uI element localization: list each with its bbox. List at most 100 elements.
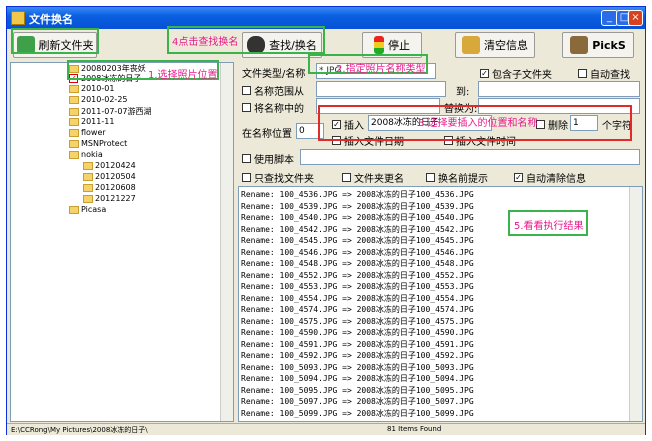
log-line: Rename: 100_5097.JPG => 2008冰冻的日子100_509… — [241, 397, 474, 406]
auto-clear-label: 自动清除信息 — [526, 174, 586, 185]
log-line: Rename: 100_4536.JPG => 2008冰冻的日子100_453… — [241, 190, 474, 199]
log-line: Rename: 100_4590.JPG => 2008冰冻的日子100_459… — [241, 328, 474, 337]
status-path: E:\CCRong\My Pictures\2008冰冻的日子\ — [11, 426, 148, 434]
title-bar: 文件换名 _ □ × — [7, 7, 645, 29]
tree-item[interactable]: 20121227 — [83, 194, 136, 203]
log-line: Rename: 100_5095.JPG => 2008冰冻的日子100_509… — [241, 385, 474, 395]
log-line: Rename: 100_4554.JPG => 2008冰冻的日子100_455… — [241, 293, 474, 303]
folder-icon — [69, 95, 79, 104]
checkbox — [426, 173, 435, 182]
tree-item-label: 2010-01 — [81, 84, 115, 93]
log-line: Rename: 100_4542.JPG => 2008冰冻的日子100_454… — [241, 224, 474, 234]
script-input[interactable] — [300, 149, 640, 165]
folder-icon — [69, 117, 79, 126]
tree-item-label: 2010-02-25 — [81, 95, 128, 104]
only-folders-checkbox[interactable]: 只查找文件夹 — [242, 170, 314, 185]
name-range-from-input[interactable] — [316, 81, 446, 97]
clear-info-label: 清空信息 — [484, 39, 528, 52]
auto-clear-checkbox[interactable]: ✓ 自动清除信息 — [514, 170, 586, 185]
status-bar: E:\CCRong\My Pictures\2008冰冻的日子\ 81 Item… — [7, 423, 645, 435]
clear-info-button[interactable]: 清空信息 — [455, 32, 535, 58]
log-line: Rename: 100_5099.JPG => 2008冰冻的日子100_509… — [241, 408, 474, 418]
tree-item-label: 20121227 — [95, 194, 136, 203]
tree-item[interactable]: 20120608 — [83, 183, 136, 192]
log-line: Rename: 100_4539.JPG => 2008冰冻的日子100_453… — [241, 201, 474, 211]
tree-item[interactable]: 2010-01 — [69, 84, 114, 93]
name-range-label: 名称范围从 — [254, 87, 304, 98]
tree-item[interactable]: 20120424 — [83, 161, 136, 170]
annotation-step5: 5.看看执行结果 — [514, 221, 584, 232]
only-folders-label: 只查找文件夹 — [254, 174, 314, 185]
tree-item[interactable]: 20120504 — [83, 172, 136, 181]
rename-folders-checkbox[interactable]: 文件夹更名 — [342, 170, 404, 185]
log-line: Rename: 100_4548.JPG => 2008冰冻的日子100_454… — [241, 259, 474, 268]
folder-icon — [83, 194, 93, 203]
log-line: Rename: 100_4591.JPG => 2008冰冻的日子100_459… — [241, 339, 474, 349]
checkbox — [578, 69, 587, 78]
log-line: Rename: 100_4574.JPG => 2008冰冻的日子100_457… — [241, 305, 474, 314]
annotation-step1: 1.选择照片位置 — [148, 70, 218, 81]
picks-label: PickS — [592, 38, 626, 52]
log-line: Rename: 100_4553.JPG => 2008冰冻的日子100_455… — [241, 282, 474, 291]
checkbox — [242, 103, 251, 112]
folder-icon — [83, 183, 93, 192]
annotation-refresh-box — [11, 28, 99, 54]
tree-item[interactable]: 2011-11 — [69, 117, 114, 126]
broom-icon — [462, 36, 480, 54]
log-line: Rename: 100_4575.JPG => 2008冰冻的日子100_457… — [241, 316, 474, 326]
log-scrollbar[interactable] — [629, 187, 642, 421]
stop-label: 停止 — [388, 39, 410, 52]
tree-item[interactable]: 2010-02-25 — [69, 95, 128, 104]
name-range-to-input[interactable] — [478, 81, 640, 97]
log-line: Rename: 100_4546.JPG => 2008冰冻的日子100_454… — [241, 247, 474, 257]
log-line: Rename: 100_4540.JPG => 2008冰冻的日子100_454… — [241, 213, 474, 222]
prompt-before-checkbox[interactable]: 换名前提示 — [426, 170, 488, 185]
annotation-step4: 4点击查找换名 — [172, 37, 239, 48]
tree-scrollbar[interactable] — [220, 63, 233, 421]
name-position-label: 在名称位置 — [242, 129, 292, 140]
picks-button[interactable]: PickS — [562, 32, 634, 58]
tree-item[interactable]: nokia — [69, 150, 103, 159]
folder-icon — [69, 205, 79, 214]
tree-item-label: Picasa — [81, 205, 107, 214]
close-button[interactable]: × — [628, 10, 643, 26]
tree-item-label: 20120504 — [95, 172, 136, 181]
log-line: Rename: 100_5094.JPG => 2008冰冻的日子100_509… — [241, 374, 474, 383]
checkbox — [242, 154, 251, 163]
folder-icon — [83, 172, 93, 181]
tree-item[interactable]: MSNProtect — [69, 139, 127, 148]
tree-item-label: 20120608 — [95, 183, 136, 192]
tree-item[interactable]: Picasa — [69, 205, 106, 214]
prompt-before-label: 换名前提示 — [438, 174, 488, 185]
include-subfolders-checkbox[interactable]: ✓ 包含子文件夹 — [480, 66, 552, 81]
tree-item-label: 2011-07-07游西湖 — [81, 107, 152, 116]
log-line: Rename: 100_5093.JPG => 2008冰冻的日子100_509… — [241, 362, 474, 372]
tree-item-label: 2011-11 — [81, 117, 115, 126]
name-range-checkbox[interactable]: 名称范围从 — [242, 83, 304, 98]
checkbox — [242, 173, 251, 182]
log-line: Rename: 100_4552.JPG => 2008冰冻的日子100_455… — [241, 270, 474, 280]
folder-icon — [69, 128, 79, 137]
folder-icon — [69, 84, 79, 93]
use-script-checkbox[interactable]: 使用脚本 — [242, 151, 294, 166]
folder-tree[interactable]: 20080203年丧妖 ✓ 2008冰冻的日子 2010-01 2010-02-2… — [10, 62, 234, 422]
checkbox-checked: ✓ — [514, 173, 523, 182]
include-subfolders-label: 包含子文件夹 — [492, 70, 552, 81]
file-type-label: 文件类型/名称 — [242, 69, 306, 80]
status-found: 81 Items Found — [387, 425, 442, 433]
auto-find-checkbox[interactable]: 自动查找 — [578, 66, 630, 81]
to-label: 到: — [456, 87, 470, 98]
name-contains-label: 将名称中的 — [254, 104, 304, 115]
auto-find-label: 自动查找 — [590, 70, 630, 81]
app-icon — [11, 11, 25, 25]
annotation-step2: 2.指定照片名称类型 — [336, 64, 426, 75]
name-contains-checkbox[interactable]: 将名称中的 — [242, 100, 304, 115]
traffic-light-icon — [374, 36, 384, 54]
tree-item[interactable]: 2011-07-07游西湖 — [69, 106, 152, 117]
tree-item-label: nokia — [81, 150, 103, 159]
tree-item[interactable]: flower — [69, 128, 106, 137]
watermark-url: www.jz5u.com — [510, 404, 616, 419]
folder-icon — [83, 161, 93, 170]
folder-icon — [69, 150, 79, 159]
checkbox — [242, 86, 251, 95]
